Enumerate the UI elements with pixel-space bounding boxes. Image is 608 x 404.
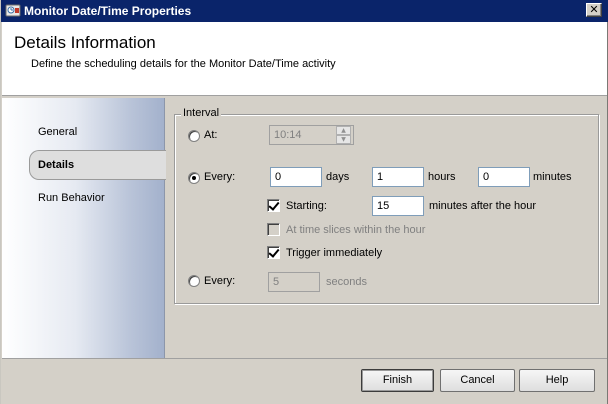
days-input[interactable]: 0 — [270, 167, 322, 187]
left-navigation: General Details Run Behavior — [2, 98, 166, 358]
close-icon: ✕ — [589, 3, 599, 16]
nav-item-label: General — [38, 126, 78, 138]
spin-up-icon[interactable]: ▲ — [336, 126, 351, 135]
seconds-input[interactable]: 5 — [268, 272, 320, 292]
help-button[interactable]: Help — [519, 369, 595, 392]
trigger-immediately-label: Trigger immediately — [286, 247, 383, 259]
starting-checkbox[interactable] — [267, 199, 280, 212]
every-seconds-label: Every: — [204, 275, 236, 287]
time-slices-checkbox[interactable] — [267, 223, 280, 236]
time-slices-label: At time slices within the hour — [286, 224, 426, 236]
every-label: Every: — [204, 171, 236, 183]
dialog-window: Monitor Date/Time Properties ✕ Details I… — [0, 0, 608, 404]
at-label: At: — [204, 129, 218, 141]
nav-item-details[interactable]: Details — [2, 150, 166, 180]
days-value: 0 — [275, 171, 282, 183]
hours-input[interactable]: 1 — [372, 167, 424, 187]
hours-value: 1 — [377, 171, 384, 183]
finish-button[interactable]: Finish — [361, 369, 434, 392]
days-label: days — [326, 171, 350, 183]
details-panel: Interval At: 10:14 ▲ ▼ Every: 0 days 1 h… — [166, 98, 607, 358]
starting-minutes-input[interactable]: 15 — [372, 196, 424, 216]
at-time-spinner[interactable]: ▲ ▼ — [336, 126, 351, 144]
minutes-input[interactable]: 0 — [478, 167, 530, 187]
nav-item-run-behavior[interactable]: Run Behavior — [2, 183, 165, 213]
cancel-button[interactable]: Cancel — [440, 369, 515, 392]
close-button[interactable]: ✕ — [586, 3, 602, 17]
minutes-value: 0 — [483, 171, 490, 183]
at-time-value: 10:14 — [274, 129, 302, 141]
trigger-immediately-checkbox[interactable] — [267, 246, 280, 259]
starting-value: 15 — [377, 200, 390, 212]
nav-item-label: Run Behavior — [38, 192, 105, 204]
minutes-label: minutes — [533, 171, 572, 183]
spin-down-icon[interactable]: ▼ — [336, 135, 351, 144]
every-radio[interactable] — [188, 172, 200, 184]
at-radio[interactable] — [188, 130, 200, 142]
title-bar[interactable]: Monitor Date/Time Properties ✕ — [1, 0, 608, 22]
nav-item-label: Details — [38, 159, 75, 171]
page-subtitle: Define the scheduling details for the Mo… — [31, 58, 336, 70]
seconds-value: 5 — [273, 276, 280, 288]
page-title: Details Information — [14, 33, 156, 52]
seconds-label: seconds — [326, 276, 367, 288]
page-header: Details Information Define the schedulin… — [2, 22, 607, 96]
every-seconds-radio[interactable] — [188, 275, 200, 287]
window-title: Monitor Date/Time Properties — [24, 4, 192, 18]
monitor-app-icon — [5, 3, 21, 19]
starting-label: Starting: — [286, 200, 327, 212]
interval-legend: Interval — [181, 107, 222, 119]
hours-label: hours — [428, 171, 456, 183]
starting-suffix: minutes after the hour — [429, 200, 537, 212]
bottom-separator — [2, 358, 607, 359]
nav-item-general[interactable]: General — [2, 117, 165, 147]
